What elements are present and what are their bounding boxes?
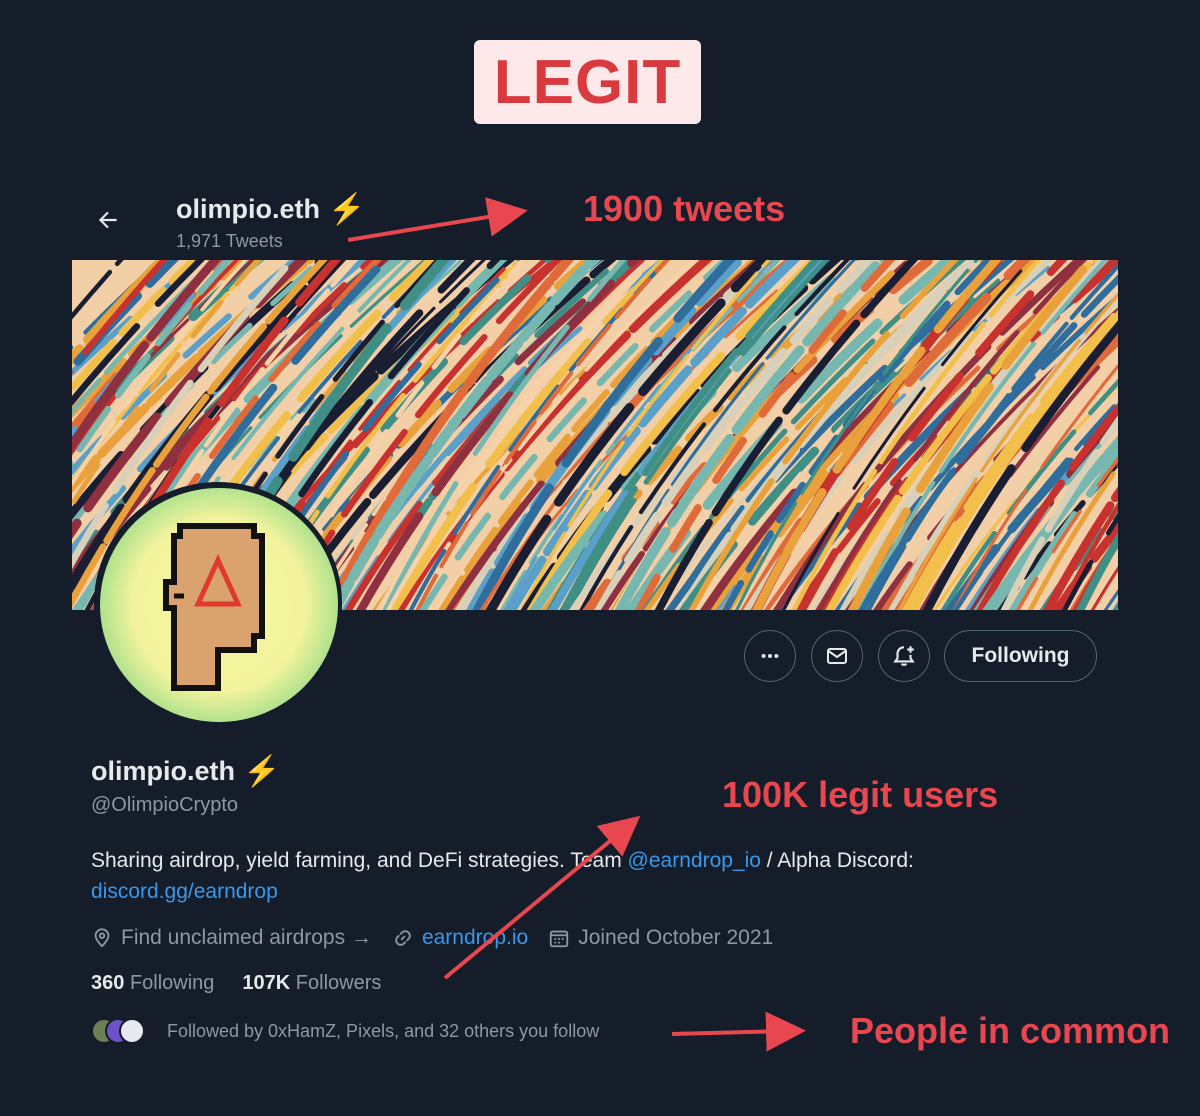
location-text: Find unclaimed airdrops → [121, 926, 372, 949]
legit-badge: LEGIT [474, 40, 701, 124]
bio-discord-link[interactable]: discord.gg/earndrop [91, 880, 278, 903]
website-link[interactable]: earndrop.io [422, 926, 528, 950]
profile-stats: 360 Following 107K Followers [91, 972, 381, 995]
envelope-icon [827, 648, 847, 664]
calendar-icon [550, 930, 569, 948]
following-count: 360 [91, 972, 125, 994]
annotation-common: People in common [850, 1010, 1171, 1051]
message-button[interactable] [811, 630, 863, 682]
joined-item: Joined October 2021 [548, 926, 773, 950]
bio-mention-link[interactable]: @earndrop_io [628, 849, 761, 872]
profile-handle: @OlimpioCrypto [91, 794, 239, 816]
lightning-icon: ⚡ [243, 754, 281, 788]
following-stat[interactable]: 360 Following [91, 972, 214, 995]
followers-count: 107K [242, 972, 291, 994]
header-display-name: olimpio.eth [176, 194, 320, 224]
bell-plus-icon [893, 646, 915, 666]
website-item: earndrop.io [392, 926, 528, 950]
profile-meta: Find unclaimed airdrops → earndrop.io Jo… [91, 922, 793, 954]
location-icon [94, 928, 110, 948]
back-arrow-icon [98, 211, 117, 229]
screenshot-canvas: LEGIT olimpio.eth ⚡ 1,971 Tweets 1900 tw… [0, 0, 1200, 1116]
bio-text-2: / Alpha Discord: [760, 849, 914, 872]
pixel-head-icon [163, 523, 265, 691]
following-button[interactable]: Following [944, 630, 1097, 682]
header-title: olimpio.eth ⚡ [176, 194, 365, 225]
profile-name: olimpio.eth ⚡ [91, 756, 280, 787]
annotation-users: 100K legit users [722, 774, 999, 815]
arrow-tweets [347, 197, 528, 242]
lightning-icon: ⚡ [328, 192, 366, 226]
annotation-tweets: 1900 tweets [583, 188, 786, 229]
bio-text: Sharing airdrop, yield farming, and DeFi… [91, 849, 628, 872]
back-button[interactable] [88, 200, 128, 240]
location-item: Find unclaimed airdrops → [91, 926, 372, 950]
joined-text: Joined October 2021 [578, 926, 774, 949]
notifications-button[interactable] [878, 630, 930, 682]
profile-bio: Sharing airdrop, yield farming, and DeFi… [91, 845, 1101, 907]
avatar [119, 1018, 145, 1044]
following-label: Following [129, 972, 215, 994]
avatar[interactable] [100, 488, 338, 722]
header-tweet-count: 1,971 Tweets [176, 231, 283, 251]
followed-by[interactable]: Followed by 0xHamZ, Pixels, and 32 other… [91, 1016, 599, 1046]
followed-by-text: Followed by 0xHamZ, Pixels, and 32 other… [167, 1020, 600, 1041]
followers-label: Followers [295, 972, 382, 994]
more-icon [761, 653, 779, 659]
link-icon [395, 930, 411, 946]
profile-display-name: olimpio.eth [91, 756, 235, 786]
more-options-button[interactable] [744, 630, 796, 682]
arrow-common [671, 1011, 806, 1052]
followers-stat[interactable]: 107K Followers [242, 972, 381, 995]
